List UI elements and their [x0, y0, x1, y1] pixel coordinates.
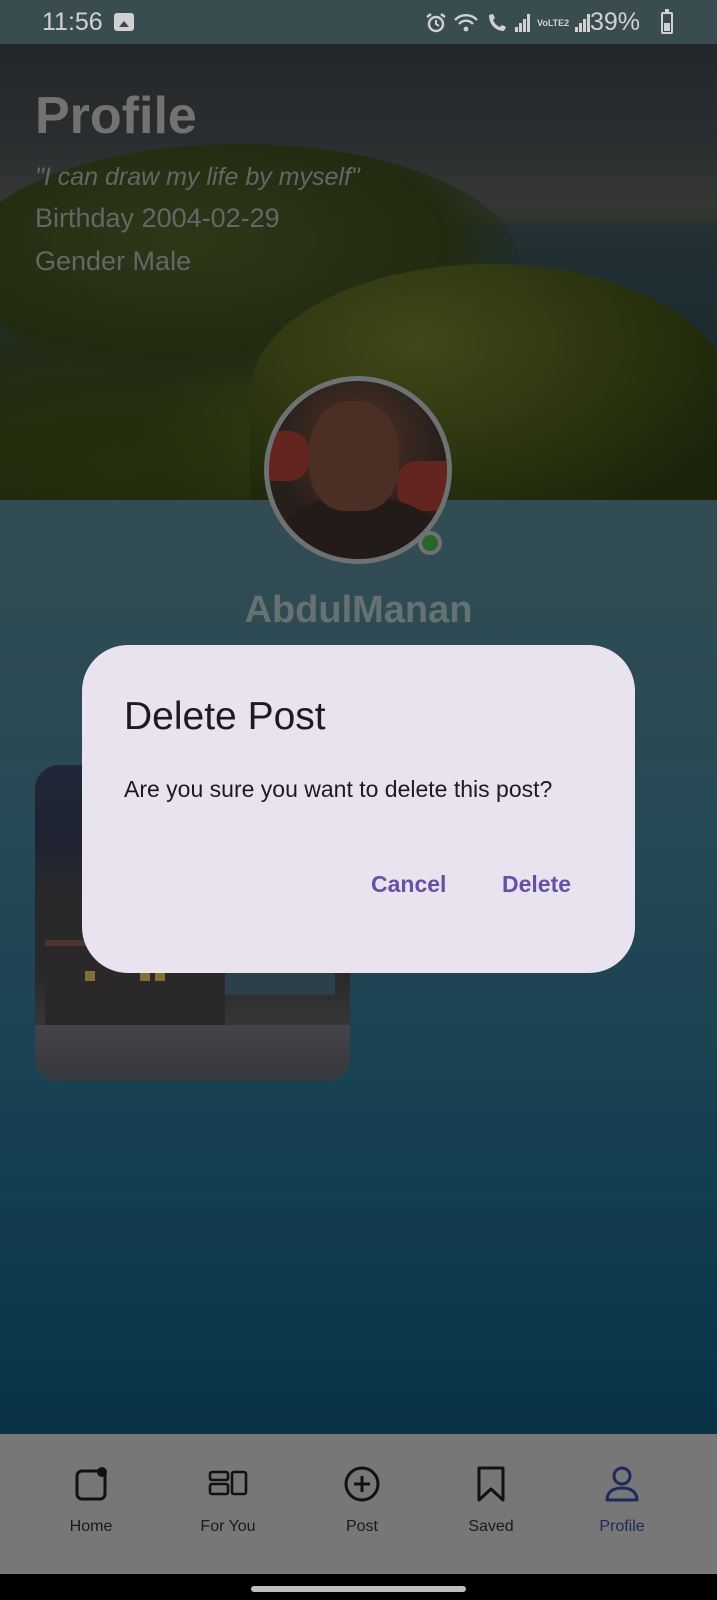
nav-label-home: Home — [69, 1518, 113, 1535]
person-icon — [605, 1466, 639, 1502]
delete-post-dialog: Delete Post Are you sure you want to del… — [82, 645, 635, 973]
home-gesture-pill[interactable] — [251, 1586, 466, 1592]
nav-label-for-you: For You — [200, 1518, 256, 1535]
for-you-icon — [208, 1470, 248, 1496]
dialog-title: Delete Post — [124, 695, 326, 738]
dialog-message: Are you sure you want to delete this pos… — [124, 776, 553, 802]
system-gesture-area — [0, 1574, 717, 1600]
nav-item-profile[interactable]: Profile — [557, 1464, 687, 1536]
nav-label-profile: Profile — [599, 1518, 645, 1535]
cancel-button[interactable]: Cancel — [371, 871, 446, 898]
nav-item-for-you[interactable]: For You — [163, 1464, 293, 1536]
nav-item-saved[interactable]: Saved — [426, 1464, 556, 1536]
home-icon — [75, 1467, 107, 1501]
nav-label-saved: Saved — [468, 1518, 514, 1535]
nav-item-post[interactable]: Post — [297, 1464, 427, 1536]
bottom-navigation: Home For You Post Saved Profile — [0, 1434, 717, 1574]
add-post-icon — [344, 1466, 380, 1502]
delete-button[interactable]: Delete — [502, 871, 571, 898]
nav-label-post: Post — [345, 1518, 378, 1535]
bookmark-icon — [477, 1466, 505, 1502]
nav-item-home[interactable]: Home — [26, 1464, 156, 1536]
